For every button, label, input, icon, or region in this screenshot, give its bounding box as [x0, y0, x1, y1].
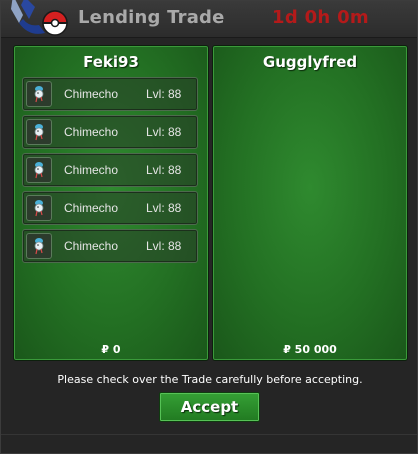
left-money-offer: ₽ 0: [101, 343, 121, 356]
window-title: Lending Trade: [78, 7, 225, 28]
chimecho-icon: [26, 119, 52, 145]
chimecho-icon: [26, 233, 52, 259]
left-player-name: Feki93: [83, 53, 139, 71]
right-player-name: Gugglyfred: [262, 53, 358, 71]
item-name: Chimecho: [64, 239, 119, 253]
item-level: Lvl: 88: [146, 201, 182, 215]
item-name: Chimecho: [64, 87, 119, 101]
trade-item-slot[interactable]: Chimecho Lvl: 88: [22, 153, 198, 187]
left-trade-panel: Feki93 Chimecho Lvl: 88 Chimecho Lvl: 88…: [13, 45, 209, 361]
item-level: Lvl: 88: [146, 87, 182, 101]
title-bar[interactable]: Lending Trade 1d 0h 0m: [1, 0, 417, 38]
item-name: Chimecho: [64, 201, 119, 215]
item-name: Chimecho: [64, 163, 119, 177]
item-level: Lvl: 88: [146, 239, 182, 253]
item-level: Lvl: 88: [146, 125, 182, 139]
accept-button[interactable]: Accept: [159, 392, 260, 422]
item-level: Lvl: 88: [146, 163, 182, 177]
right-money-offer: ₽ 50 000: [283, 343, 337, 356]
trade-item-slot[interactable]: Chimecho Lvl: 88: [22, 191, 198, 225]
right-trade-panel: Gugglyfred ₽ 50 000: [212, 45, 408, 361]
trade-item-slot[interactable]: Chimecho Lvl: 88: [22, 229, 198, 263]
chimecho-icon: [26, 157, 52, 183]
trade-notice: Please check over the Trade carefully be…: [57, 373, 363, 386]
item-name: Chimecho: [64, 125, 119, 139]
pokeball-logo-icon: [11, 0, 68, 36]
chimecho-icon: [26, 195, 52, 221]
footer-divider: [1, 434, 417, 435]
trade-item-slot[interactable]: Chimecho Lvl: 88: [22, 115, 198, 149]
trade-item-slot[interactable]: Chimecho Lvl: 88: [22, 77, 198, 111]
chimecho-icon: [26, 81, 52, 107]
lending-trade-window: Lending Trade 1d 0h 0m Feki93 Chimecho L…: [0, 0, 418, 454]
trade-timer: 1d 0h 0m: [272, 7, 369, 28]
